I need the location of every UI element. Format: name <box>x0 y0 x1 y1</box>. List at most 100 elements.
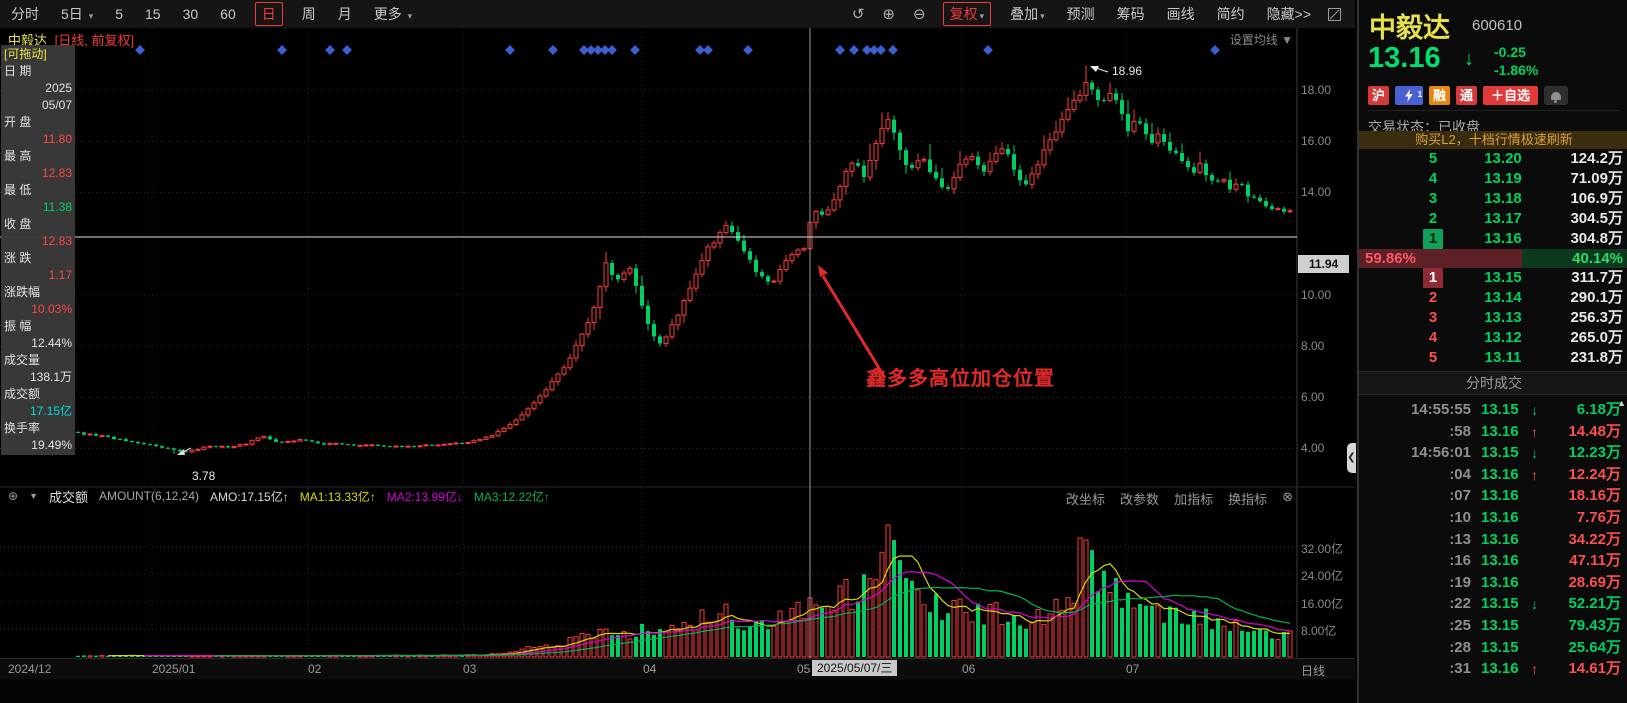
order-book-row[interactable]: 1 13.15 311.7万 <box>1359 268 1627 288</box>
info-label: 成交额 <box>4 387 41 401</box>
order-book-row[interactable]: 5 13.20 124.2万 <box>1359 149 1627 169</box>
tool-button-叠加[interactable]: 叠加 ▾ <box>1010 4 1045 24</box>
info-value: 05/07 <box>41 98 72 112</box>
tape-volume: 25.64万 <box>1568 638 1621 656</box>
date-axis-label: 02 <box>308 662 322 676</box>
tape-title: 分时成交 <box>1359 371 1627 395</box>
zoom-out-icon[interactable]: ⊖ <box>913 5 926 23</box>
level-volume: 124.2万 <box>1570 150 1623 167</box>
tape-row: :10 13.16 7.76万 <box>1359 507 1627 529</box>
close-indicator-icon[interactable]: ⊗ <box>1282 489 1293 508</box>
tape-price: 13.16 <box>1481 487 1519 505</box>
tape-volume: 28.69万 <box>1568 573 1621 591</box>
tool-button-隐藏>>[interactable]: 隐藏>> <box>1267 4 1311 24</box>
period-button-5[interactable]: 5 <box>115 6 123 22</box>
level-volume: 265.0万 <box>1570 329 1623 346</box>
tape-price: 13.16 <box>1481 660 1519 678</box>
tool-加指标[interactable]: 加指标 <box>1174 489 1213 508</box>
order-book-row[interactable]: 4 13.12 265.0万 <box>1359 328 1627 348</box>
amount-ma-item: MA1:13.33亿↑ <box>299 489 376 504</box>
info-value: 12.83 <box>41 166 72 180</box>
date-axis-label: 03 <box>463 662 477 676</box>
price-axis-label: 6.00 <box>1301 390 1325 405</box>
period-buttons: 分时 5日 ▾ 5 15 30 60 日周 月 更多 ▾ <box>0 2 423 26</box>
tape-volume: 18.16万 <box>1568 487 1621 505</box>
tape-row: :28 13.15 25.64万 <box>1359 637 1627 659</box>
tape-time: :19 <box>1449 573 1471 591</box>
chart-tools: ↺ ⊕ ⊖ 复权 ▾ 叠加 ▾ 预测 筹码 画线 简约 隐藏>> <box>843 0 1347 28</box>
tool-button-画线[interactable]: 画线 <box>1167 4 1195 24</box>
level-volume: 290.1万 <box>1570 289 1623 306</box>
info-label: 振 幅 <box>4 319 32 333</box>
period-button-60[interactable]: 60 <box>220 6 236 22</box>
tape-row: :31 13.16 ↑ 14.61万 <box>1359 658 1627 680</box>
tape-time: :10 <box>1449 509 1471 526</box>
zoom-in-icon[interactable]: ⊕ <box>882 5 895 23</box>
info-label: 最 高 <box>4 149 32 163</box>
date-axis-label: 2024/12 <box>8 662 52 676</box>
crosshair-price-tag: 11.94 <box>1298 255 1349 273</box>
date-axis-label: 05 <box>797 662 811 676</box>
amount-ma-values: AMO:17.15亿↑ MA1:13.33亿↑ MA2:13.99亿↓ MA3:12.… <box>210 488 561 505</box>
fullscreen-icon[interactable] <box>1328 7 1341 21</box>
draggable-info-panel[interactable]: [可拖动] 日 期 2025 05/07 开 盘 11.80 最 高 12.83 最 低 11.3… <box>1 45 75 455</box>
level-index: 1 <box>1423 229 1443 249</box>
tape-price: 13.15 <box>1481 444 1519 462</box>
date-axis: 2024/12 2025/01 02 03 04 05 06 07 2025/05/07/三 日线 <box>0 658 1355 679</box>
undo-icon[interactable]: ↺ <box>852 5 865 23</box>
tool-button-简约[interactable]: 简约 <box>1217 4 1245 24</box>
amount-axis-label: 32.00亿 <box>1301 541 1344 556</box>
period-button-分时[interactable]: 分时 <box>11 4 39 24</box>
period-button-周[interactable]: 周 <box>302 4 316 24</box>
tool-button-预测[interactable]: 预测 <box>1067 4 1095 24</box>
tape-row: :07 13.16 18.16万 <box>1359 485 1627 507</box>
tool-button-筹码[interactable]: 筹码 <box>1117 4 1145 24</box>
period-button-更多[interactable]: 更多 ▾ <box>374 4 412 24</box>
tool-button-复权[interactable]: 复权 ▾ <box>942 2 992 26</box>
info-label: 收 盘 <box>4 217 32 231</box>
indicator-tools: 改坐标 改参数 加指标 换指标 ⊗ <box>1066 489 1293 508</box>
tape-volume: 34.22万 <box>1568 530 1621 548</box>
price-axis-label: 8.00 <box>1301 339 1325 353</box>
order-book-row[interactable]: 2 13.14 290.1万 <box>1359 288 1627 308</box>
order-book-row[interactable]: 4 13.19 71.09万 <box>1359 169 1627 189</box>
period-toolbar: 分时 5日 ▾ 5 15 30 60 日周 月 更多 ▾ ↺ ⊕ ⊖ 复权 ▾ 叠加 ▾ 预测 筹码 画线 简… <box>0 0 1355 29</box>
order-book-row[interactable]: 3 13.18 106.9万 <box>1359 189 1627 209</box>
tape-price: 13.15 <box>1481 595 1519 613</box>
collapse-icon[interactable]: ⊕ <box>8 489 18 503</box>
add-watchlist-button[interactable]: ＋自选 <box>1483 86 1539 105</box>
info-value: 12.44% <box>31 336 72 350</box>
period-button-15[interactable]: 15 <box>145 6 161 22</box>
order-book-row[interactable]: 3 13.13 256.3万 <box>1359 308 1627 328</box>
level-index: 5 <box>1428 150 1438 167</box>
period-button-日[interactable]: 日 <box>254 2 283 26</box>
date-axis-label: 04 <box>643 662 657 676</box>
order-book-row[interactable]: 2 13.17 304.5万 <box>1359 209 1627 229</box>
period-button-5日[interactable]: 5日 ▾ <box>61 4 93 24</box>
dropdown-icon[interactable]: ▼ <box>29 491 38 501</box>
tape-time: 14:55:55 <box>1410 401 1471 418</box>
l2-promo-banner[interactable]: 购买L2，十档行情极速刷新 <box>1359 131 1627 149</box>
tape-time: :07 <box>1449 487 1471 505</box>
info-value: 1.17 <box>48 268 72 282</box>
info-value: 17.15亿 <box>29 404 72 418</box>
period-button-30[interactable]: 30 <box>183 6 199 22</box>
tool-改坐标[interactable]: 改坐标 <box>1066 489 1105 508</box>
panel-collapse-handle[interactable]: ❮ <box>1347 443 1356 473</box>
amount-ma-item: MA3:12.22亿↑ <box>473 489 550 504</box>
tool-改参数[interactable]: 改参数 <box>1120 489 1159 508</box>
tape-row: :04 13.16 ↑ 12.24万 <box>1359 464 1627 486</box>
tape-time: :22 <box>1449 595 1471 613</box>
sell-ratio: 40.14% <box>1521 249 1627 268</box>
order-book-row[interactable]: 1 13.16 304.8万 <box>1359 229 1627 249</box>
candlestick-chart[interactable] <box>0 28 1355 678</box>
alert-bell-icon[interactable] <box>1544 86 1569 105</box>
badge-sh: 沪 <box>1368 86 1390 105</box>
level-volume: 311.7万 <box>1571 269 1623 286</box>
ma-settings-button[interactable]: 设置均线 ▼ <box>1230 31 1293 48</box>
level-index: 2 <box>1428 289 1438 306</box>
period-button-月[interactable]: 月 <box>338 4 352 24</box>
order-book-row[interactable]: 5 13.11 231.8万 <box>1359 348 1627 368</box>
tool-换指标[interactable]: 换指标 <box>1228 489 1267 508</box>
chart-region[interactable]: 中毅达 [日线, 前复权] 设置均线 ▼ [可拖动] 日 期 2025 05/07 开 … <box>0 28 1355 679</box>
